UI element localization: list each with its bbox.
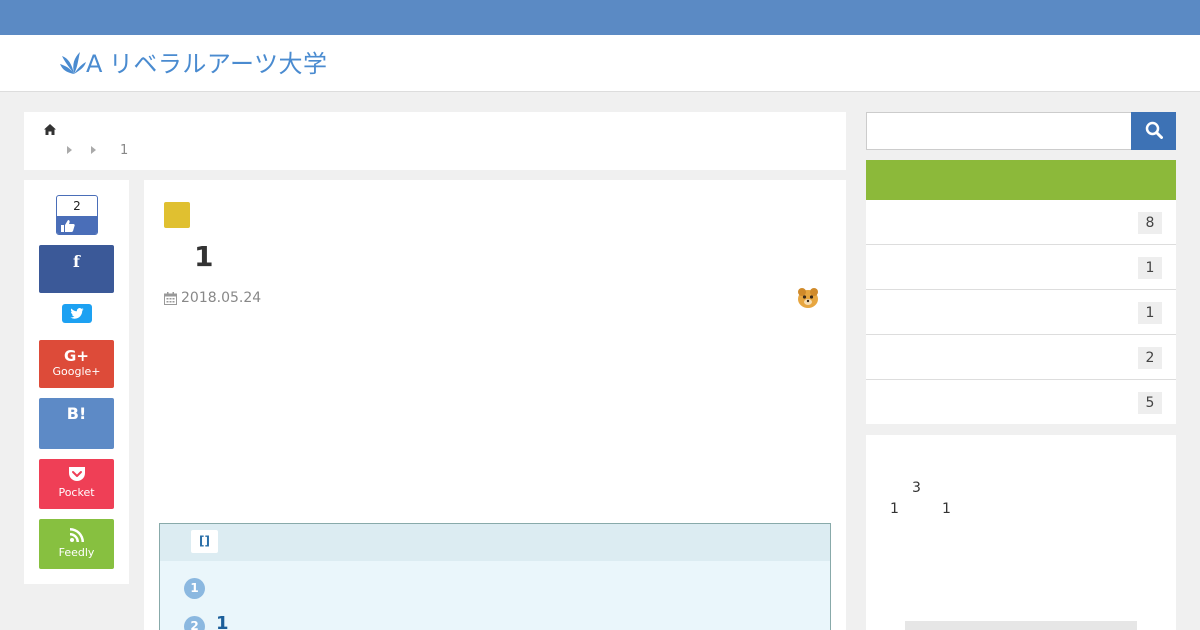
profile-text: 1 [890,501,899,517]
category-tag[interactable] [164,202,190,228]
article: 1 2018.05.24 [] 1 2 1 [144,180,846,630]
hatena-bookmark-button[interactable]: B! [39,398,114,449]
site-logo[interactable]: A リベラルアーツ大学 [60,48,328,80]
toc-header: [] [160,524,830,561]
toc-toggle-button[interactable]: [] [191,530,218,553]
google-plus-label: Google+ [52,365,101,378]
search-button[interactable] [1131,112,1176,150]
category-item[interactable]: 1 [866,245,1176,290]
pocket-share-button[interactable]: Pocket [39,459,114,509]
twitter-icon [70,308,84,319]
category-item[interactable]: 2 [866,335,1176,380]
breadcrumb-current: 1 [120,143,129,158]
feedly-label: Feedly [58,546,95,559]
feedly-share-button[interactable]: Feedly [39,519,114,569]
category-count: 5 [1138,392,1162,414]
pocket-label: Pocket [58,486,95,499]
logo-letter: A [86,50,103,78]
facebook-icon: f [73,252,80,271]
pocket-icon [68,467,85,481]
share-sidebar: 2 f G+ Google+ B! Pocket Feedly [24,180,129,584]
author-avatar[interactable] [794,284,822,312]
category-item[interactable]: 8 [866,200,1176,245]
post-date-text: 2018.05.24 [181,290,262,306]
top-bar [0,0,1200,35]
category-widget-header [866,160,1176,200]
profile-text: 1 [942,501,951,517]
facebook-share-button[interactable]: f [39,245,114,293]
category-item[interactable]: 5 [866,380,1176,425]
article-title: 1 [194,240,214,273]
profile-text: 3 [912,480,921,496]
breadcrumb-separator-icon [91,146,96,154]
category-count: 1 [1138,302,1162,324]
post-date: 2018.05.24 [164,290,261,306]
search-input[interactable] [866,112,1132,150]
like-count: 2 [73,199,81,213]
site-title: リベラルアーツ大学 [108,50,328,78]
thumbs-up-icon [57,216,97,234]
search-icon [1145,121,1163,139]
breadcrumb: 1 [24,112,846,170]
profile-widget: 3 1 1 [866,435,1176,630]
table-of-contents: [] 1 2 1 [159,523,831,630]
google-plus-share-button[interactable]: G+ Google+ [39,340,114,388]
site-header: A リベラルアーツ大学 [0,35,1200,92]
category-count: 8 [1138,212,1162,234]
category-count: 1 [1138,257,1162,279]
rss-icon [69,528,84,542]
profile-image-placeholder [905,621,1137,630]
like-button[interactable]: 2 [56,195,98,235]
breadcrumb-separator-icon [67,146,72,154]
twitter-share-button[interactable] [62,304,92,323]
google-plus-icon: G+ [64,347,89,365]
toc-item-link[interactable]: 1 [216,613,229,630]
hatena-icon: B! [66,404,87,423]
home-icon[interactable] [44,124,56,135]
category-count: 2 [1138,347,1162,369]
toc-item-number: 2 [184,616,205,630]
search-widget [866,112,1176,150]
category-widget: 8 1 1 2 5 [866,160,1176,424]
category-item[interactable]: 1 [866,290,1176,335]
toc-item-number: 1 [184,578,205,599]
calendar-icon [164,291,177,305]
leaf-logo-icon [60,52,86,74]
